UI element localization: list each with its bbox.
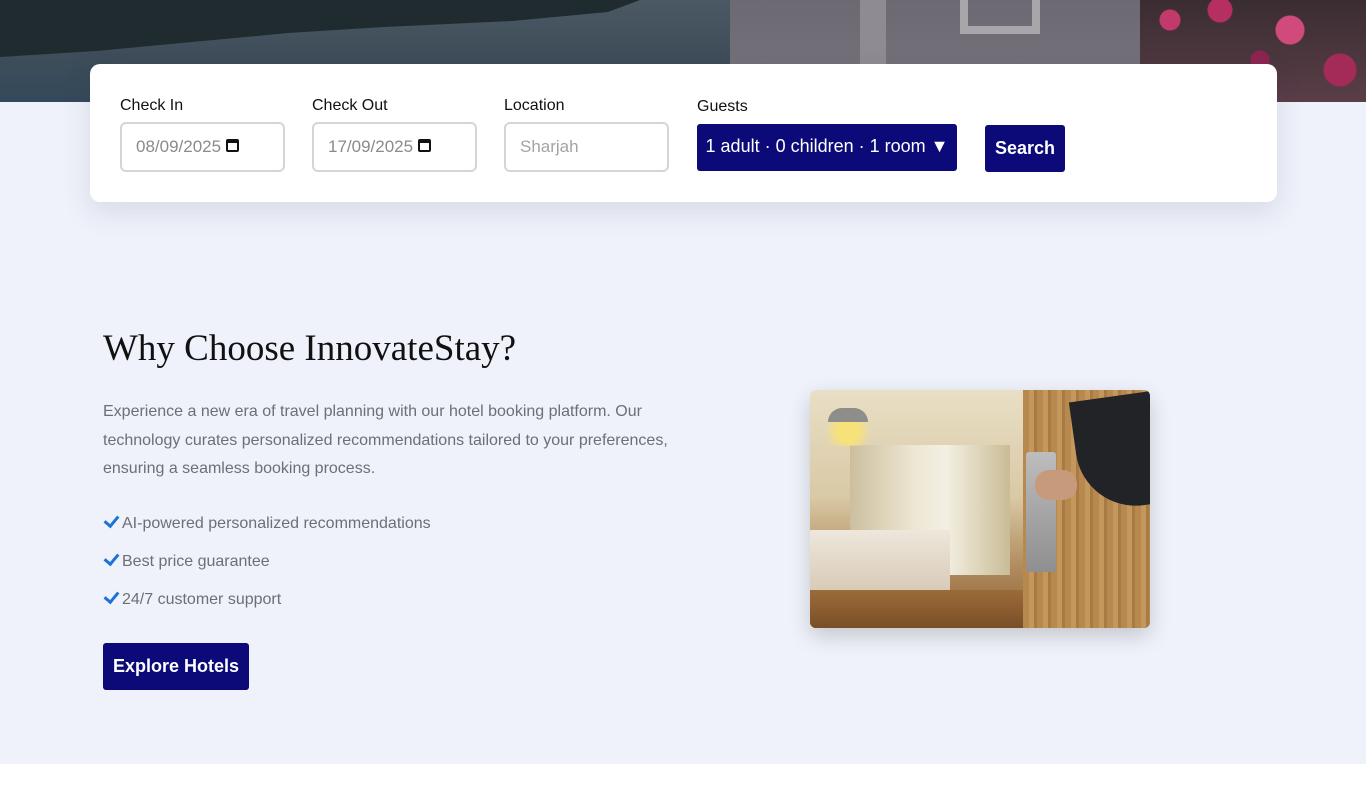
feature-text: Best price guarantee <box>122 553 270 570</box>
check-in-field: Check In <box>120 96 183 116</box>
check-in-value: 08/09/2025 <box>136 137 222 156</box>
check-in-label: Check In <box>120 97 184 114</box>
check-out-field: Check Out <box>312 96 388 116</box>
calendar-icon[interactable] <box>418 139 431 152</box>
check-icon <box>103 549 120 567</box>
calendar-icon[interactable] <box>226 139 239 152</box>
check-out-value: 17/09/2025 <box>328 137 414 156</box>
guests-selector-button[interactable]: 1 adult · 0 children · 1 room ▼ <box>697 124 957 171</box>
why-choose-section: Check In 08/09/2025 Check Out 17/09/2025… <box>0 64 1366 764</box>
check-icon <box>103 511 120 529</box>
feature-text: AI-powered personalized recommendations <box>122 515 431 532</box>
feature-item: 24/7 customer support <box>103 587 431 626</box>
check-icon <box>103 587 120 605</box>
location-input[interactable]: Sharjah <box>504 122 669 172</box>
feature-text: 24/7 customer support <box>122 591 282 608</box>
hotel-room-image <box>810 390 1150 628</box>
feature-item: Best price guarantee <box>103 549 431 588</box>
search-button[interactable]: Search <box>985 125 1065 172</box>
section-title: Why Choose InnovateStay? <box>103 328 517 369</box>
location-field: Location <box>504 96 565 116</box>
check-out-label: Check Out <box>312 97 388 114</box>
check-out-input[interactable]: 17/09/2025 <box>312 122 477 172</box>
guests-label: Guests <box>697 98 748 115</box>
guests-field: Guests <box>697 97 748 117</box>
feature-list: AI-powered personalized recommendations … <box>103 511 431 626</box>
explore-hotels-button[interactable]: Explore Hotels <box>103 643 249 690</box>
section-description: Experience a new era of travel planning … <box>103 403 668 478</box>
search-form: Check In 08/09/2025 Check Out 17/09/2025… <box>90 64 1277 202</box>
check-in-input[interactable]: 08/09/2025 <box>120 122 285 172</box>
location-placeholder: Sharjah <box>520 137 579 156</box>
location-label: Location <box>504 97 565 114</box>
feature-item: AI-powered personalized recommendations <box>103 511 431 550</box>
